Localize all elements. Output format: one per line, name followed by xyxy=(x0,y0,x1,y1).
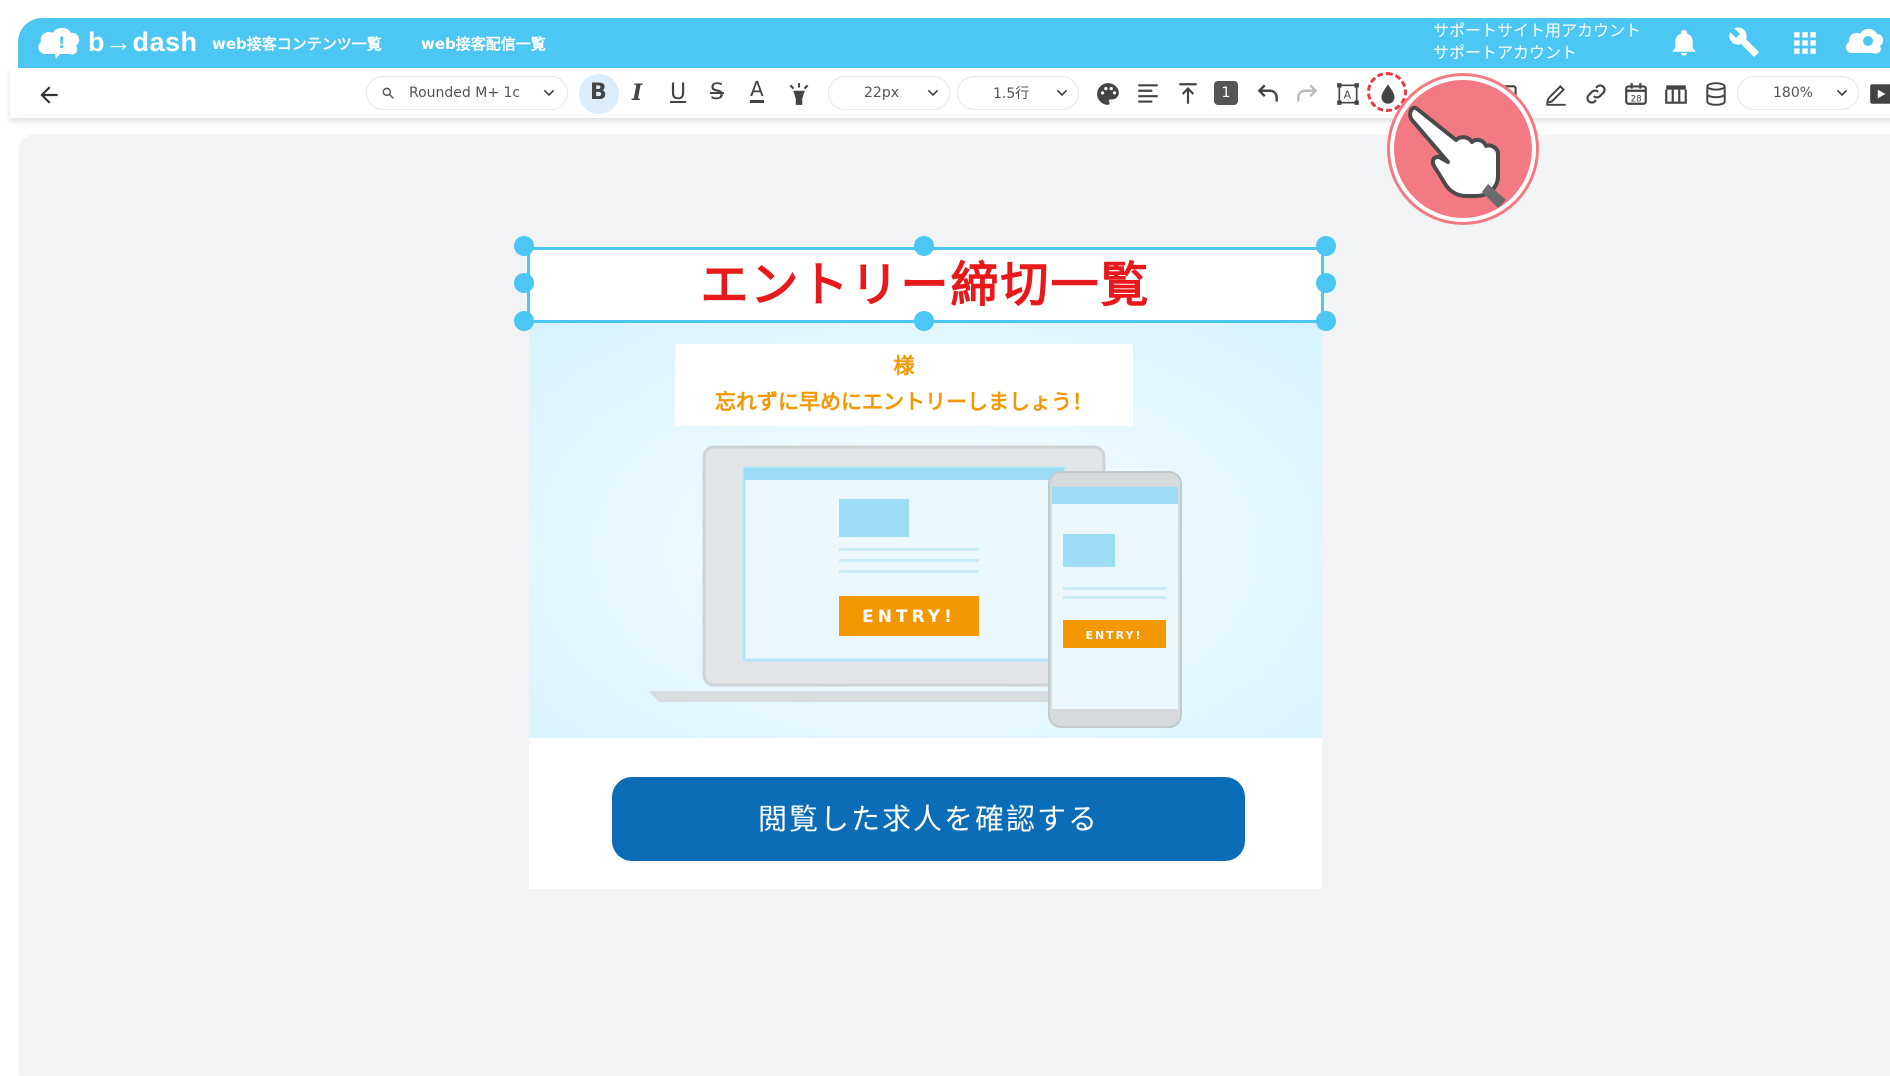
font-size-value: 22px xyxy=(864,85,899,101)
bold-icon[interactable]: B xyxy=(590,80,607,105)
nav-web-delivery-list[interactable]: web接客配信一覧 xyxy=(421,33,546,54)
vertical-align-top-icon[interactable] xyxy=(1175,81,1201,107)
account-name-2: サポートアカウント xyxy=(1433,43,1578,62)
layer-number-badge[interactable]: 1 xyxy=(1214,81,1238,105)
italic-icon[interactable]: I xyxy=(632,80,642,106)
svg-text:!: ! xyxy=(58,33,65,52)
resize-handle-bc[interactable] xyxy=(914,311,934,331)
zoom-value: 180% xyxy=(1773,85,1814,101)
align-left-icon[interactable] xyxy=(1135,81,1161,107)
resize-handle-tr[interactable] xyxy=(1316,236,1336,256)
bell-icon[interactable] xyxy=(1669,28,1699,58)
account-info[interactable]: サポートサイト用アカウント サポートアカウント xyxy=(1433,20,1641,64)
strikethrough-icon[interactable]: S xyxy=(710,80,724,105)
editor-toolbar: Rounded M+ 1c B I U S A 22px 1.5行 1 A 28… xyxy=(10,68,1890,118)
pointing-hand-icon xyxy=(1408,105,1506,208)
wrench-icon[interactable] xyxy=(1728,26,1760,58)
undo-icon[interactable] xyxy=(1255,81,1281,107)
resize-handle-mr[interactable] xyxy=(1316,273,1336,293)
phone-entry-label: ENTRY! xyxy=(1085,629,1142,642)
bdash-logo[interactable]: ! b→dash xyxy=(36,24,198,60)
font-size-select[interactable]: 22px xyxy=(829,77,949,109)
preview-play-icon[interactable] xyxy=(1868,81,1890,107)
resize-handle-tc[interactable] xyxy=(914,236,934,256)
link-icon[interactable] xyxy=(1583,81,1609,107)
line-height-value: 1.5行 xyxy=(993,86,1030,102)
redo-icon[interactable] xyxy=(1294,81,1320,107)
calendar-icon[interactable]: 28 xyxy=(1623,81,1649,107)
app-grid-icon[interactable] xyxy=(1792,30,1818,56)
font-family-select[interactable]: Rounded M+ 1c xyxy=(367,77,567,109)
svg-text:A: A xyxy=(1344,88,1352,101)
view-jobs-button[interactable]: 閲覧した求人を確認する xyxy=(612,777,1245,861)
back-arrow-icon[interactable] xyxy=(36,82,62,108)
font-color-icon[interactable]: A xyxy=(750,78,764,103)
highlighter-icon[interactable] xyxy=(786,81,812,107)
text-box-icon[interactable]: A xyxy=(1335,81,1361,107)
font-family-value: Rounded M+ 1c xyxy=(409,85,521,101)
top-header-bar: ! b→dash web接客コンテンツ一覧 web接客配信一覧 サポートサイト用… xyxy=(18,18,1890,68)
cloud-logo-icon: ! xyxy=(38,27,80,59)
account-name-1: サポートサイト用アカウント xyxy=(1433,21,1642,40)
user-avatar-icon[interactable] xyxy=(1844,25,1884,61)
zoom-select[interactable]: 180% xyxy=(1738,77,1858,109)
resize-handle-ml[interactable] xyxy=(514,273,534,293)
laptop-entry-label: ENTRY! xyxy=(862,607,956,627)
database-icon[interactable] xyxy=(1703,81,1729,107)
email-title: エントリー締切一覧 xyxy=(700,257,1151,313)
greeting-name-line: 様 xyxy=(893,354,915,378)
palette-icon[interactable] xyxy=(1095,81,1121,107)
greeting-text-block[interactable]: 様 忘れずに早めにエントリーしましょう！ xyxy=(675,344,1133,426)
tutorial-pointer xyxy=(1390,76,1536,222)
line-height-select[interactable]: 1.5行 xyxy=(958,77,1078,109)
underline-icon[interactable]: U xyxy=(670,80,686,105)
calendar-day-label: 28 xyxy=(1631,95,1642,105)
resize-handle-br[interactable] xyxy=(1316,311,1336,331)
chevron-down-icon xyxy=(1056,89,1068,97)
resize-handle-bl[interactable] xyxy=(514,311,534,331)
table-icon[interactable] xyxy=(1663,81,1689,107)
search-icon xyxy=(382,87,394,99)
chevron-down-icon xyxy=(1836,89,1848,97)
logo-text: b→dash xyxy=(88,26,198,57)
resize-handle-tl[interactable] xyxy=(514,236,534,256)
nav-web-content-list[interactable]: web接客コンテンツ一覧 xyxy=(212,33,382,54)
greeting-message-line: 忘れずに早めにエントリーしましょう！ xyxy=(715,390,1093,414)
chevron-down-icon xyxy=(927,89,939,97)
pen-icon[interactable] xyxy=(1543,81,1569,107)
chevron-down-icon xyxy=(543,89,555,97)
